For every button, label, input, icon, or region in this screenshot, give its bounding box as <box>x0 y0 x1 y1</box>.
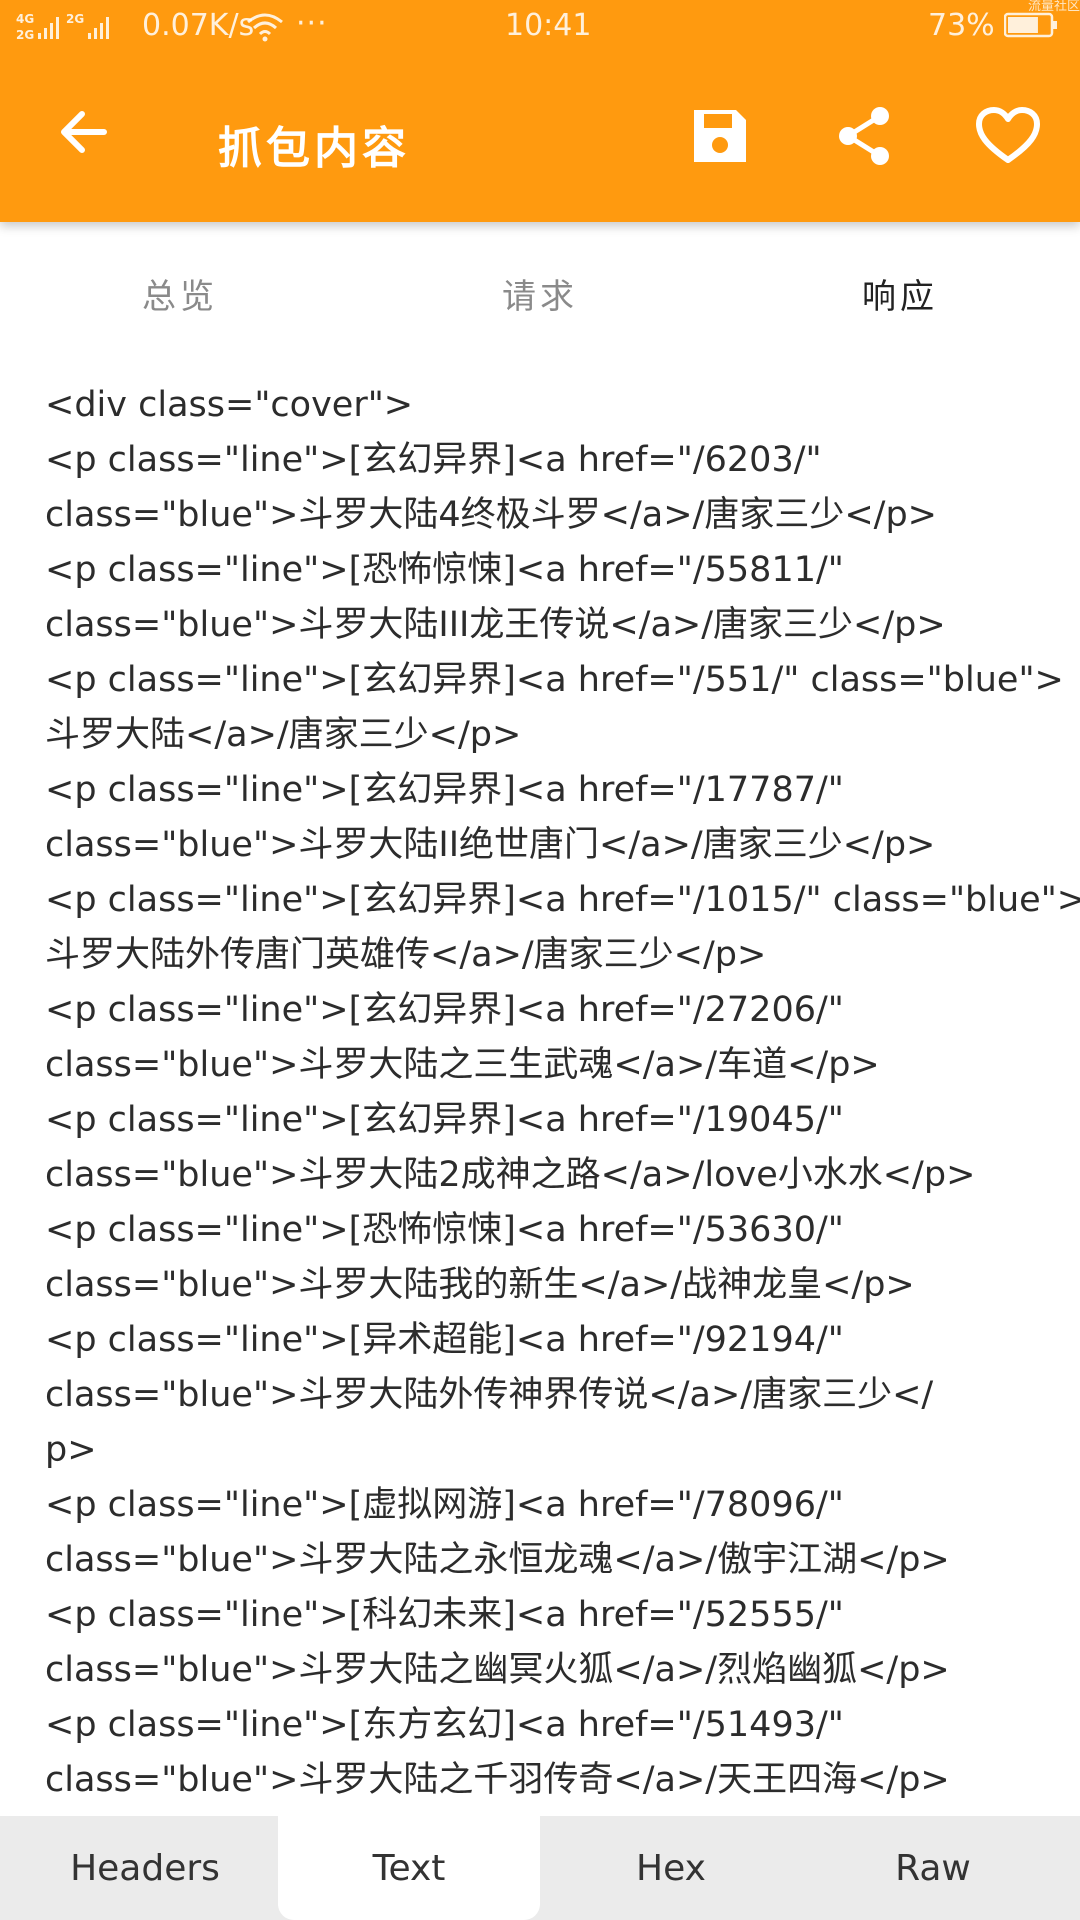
toolbar: 抓包内容 <box>0 54 1080 222</box>
response-line: <p class="line">[玄幻异界]<a href="/1015/" c… <box>45 880 1080 920</box>
signal-icon: 4G 2G 2G <box>16 12 109 41</box>
response-line: <p class="line">[恐怖惊悚]<a href="/53630/" <box>45 1210 844 1250</box>
tab-text[interactable]: Text <box>278 1816 540 1920</box>
tab-overview[interactable]: 总览 <box>0 222 360 364</box>
share-button[interactable] <box>820 92 908 180</box>
back-button[interactable] <box>44 92 124 172</box>
response-line: <div class="cover"> <box>45 385 414 425</box>
tab-request[interactable]: 请求 <box>360 222 720 364</box>
save-icon <box>694 110 746 162</box>
response-line: <p class="line">[东方玄幻]<a href="/51493/" <box>45 1705 844 1745</box>
response-line: <p class="line">[玄幻异界]<a href="/19045/" <box>45 1100 844 1140</box>
tab-response[interactable]: 响应 <box>720 222 1080 364</box>
app-header: 4G 2G 2G 0.07K/s ··· 10:41 73% 流量社区 抓包内容 <box>0 0 1080 222</box>
more-status-icon: ··· <box>296 6 328 41</box>
response-line: <p class="line">[异术超能]<a href="/92194/" <box>45 1320 844 1360</box>
svg-text:4G: 4G <box>16 12 34 26</box>
save-button[interactable] <box>676 92 764 180</box>
response-line: class="blue">斗罗大陆2成神之路</a>/love小水水</p> <box>45 1155 976 1195</box>
response-line: 斗罗大陆</a>/唐家三少</p> <box>45 715 522 755</box>
response-line: 斗罗大陆外传唐门英雄传</a>/唐家三少</p> <box>45 935 767 975</box>
response-line: <p class="line">[恐怖惊悚]<a href="/55811/" <box>45 550 844 590</box>
response-line: <p class="line">[虚拟网游]<a href="/78096/" <box>45 1485 844 1525</box>
tab-raw[interactable]: Raw <box>802 1816 1064 1920</box>
status-bar: 4G 2G 2G 0.07K/s ··· 10:41 73% 流量社区 <box>0 0 1080 54</box>
response-line: class="blue">斗罗大陆之永恒龙魂</a>/傲宇江湖</p> <box>45 1540 950 1580</box>
response-line: class="blue">斗罗大陆我的新生</a>/战神龙皇</p> <box>45 1265 915 1305</box>
response-line: class="blue">斗罗大陆之千羽传奇</a>/天王四海</p> <box>45 1760 950 1800</box>
battery-icon <box>1004 12 1057 38</box>
response-line: <p class="line">[玄幻异界]<a href="/6203/" <box>45 440 822 480</box>
watermark-text: 流量社区 <box>1027 0 1080 14</box>
page-title: 抓包内容 <box>218 123 410 174</box>
tab-headers[interactable]: Headers <box>14 1816 276 1920</box>
response-line: <p class="line">[科幻未来]<a href="/52555/" <box>45 1595 844 1635</box>
response-line: class="blue">斗罗大陆4终极斗罗</a>/唐家三少</p> <box>45 495 938 535</box>
response-line: <p class="line">[玄幻异界]<a href="/17787/" <box>45 770 844 810</box>
response-line: class="blue">斗罗大陆外传神界传说</a>/唐家三少</ <box>45 1375 934 1415</box>
battery-percent: 73% <box>928 8 995 43</box>
response-line: class="blue">斗罗大陆II绝世唐门</a>/唐家三少</p> <box>45 825 936 865</box>
response-line: class="blue">斗罗大陆III龙王传说</a>/唐家三少</p> <box>45 605 946 645</box>
wifi-icon <box>247 13 283 42</box>
svg-text:2G: 2G <box>66 12 84 26</box>
response-line: <p class="line">[玄幻异界]<a href="/27206/" <box>45 990 844 1030</box>
tab-hex[interactable]: Hex <box>540 1816 802 1920</box>
arrow-left-icon <box>61 111 107 153</box>
response-line: <p class="line">[玄幻异界]<a href="/551/" cl… <box>45 660 1064 700</box>
clock: 10:41 <box>505 8 592 43</box>
bottom-tab-bar: Headers Text Hex Raw <box>0 1816 1080 1920</box>
response-body[interactable]: <div class="cover"> <p class="line">[玄幻异界… <box>0 364 1080 1816</box>
response-text: <div class="cover"> <p class="line">[玄幻异界… <box>45 378 1080 1808</box>
svg-text:2G: 2G <box>16 28 34 41</box>
app-screen: 4G 2G 2G 0.07K/s ··· 10:41 73% 流量社区 抓包内容… <box>0 0 1080 1920</box>
response-line: class="blue">斗罗大陆之三生武魂</a>/车道</p> <box>45 1045 880 1085</box>
favorite-button[interactable] <box>964 92 1052 180</box>
share-icon <box>839 107 889 165</box>
response-line: class="blue">斗罗大陆之幽冥火狐</a>/烈焰幽狐</p> <box>45 1650 950 1690</box>
detail-tabs: 总览 请求 响应 <box>0 222 1080 586</box>
heart-icon <box>976 107 1040 163</box>
response-line: p> <box>45 1430 97 1470</box>
network-speed: 0.07K/s <box>142 8 255 43</box>
